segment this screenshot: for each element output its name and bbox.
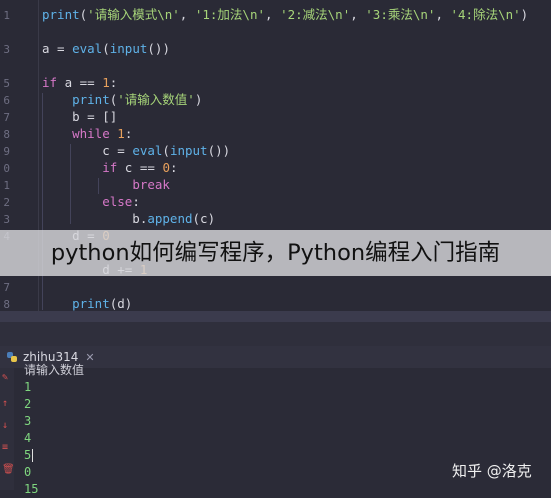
code-token: ,	[435, 7, 451, 22]
code-token: '2:减法\n'	[280, 7, 351, 22]
wrap-icon[interactable]: ≡	[2, 442, 8, 453]
panel-divider	[0, 322, 551, 346]
console-output-line: 2	[24, 397, 32, 411]
scroll-down-icon[interactable]: ↓	[2, 420, 8, 431]
console-output-line: 1	[24, 380, 32, 394]
line-number: 5	[3, 77, 10, 90]
code-token: ,	[265, 7, 281, 22]
code-token: )	[194, 92, 203, 107]
python-icon	[7, 352, 17, 362]
delete-icon[interactable]: 🗑	[2, 464, 15, 475]
code-token: input	[169, 143, 208, 158]
code-token: ,	[350, 7, 366, 22]
code-line: else:	[42, 193, 140, 210]
line-number: 7	[3, 281, 10, 294]
line-number: 9	[3, 145, 10, 158]
code-token: print	[72, 296, 110, 311]
console-output-line: 5	[24, 448, 32, 462]
code-token: :	[169, 160, 178, 175]
console-toolbar: ✎ ↑ ↓ ≡ 🗑	[0, 368, 15, 490]
line-number: 1	[3, 9, 10, 22]
code-line: c = eval(input())	[42, 142, 230, 159]
code-token: 0	[162, 160, 170, 175]
code-token: append	[147, 211, 193, 226]
code-line: break	[42, 176, 170, 193]
text-caret	[32, 449, 33, 462]
code-token: if	[42, 75, 58, 90]
code-line: b = []	[42, 108, 117, 125]
code-line: if a == 1:	[42, 74, 117, 91]
code-token: b = []	[42, 109, 118, 124]
code-token: break	[132, 177, 170, 192]
console-output-line: 3	[24, 414, 32, 428]
code-line: b.append(c)	[42, 210, 215, 227]
code-token: c =	[42, 143, 133, 158]
code-line: while 1:	[42, 125, 132, 142]
code-token: '3:乘法\n'	[365, 7, 436, 22]
code-token: '1:加法\n'	[194, 7, 265, 22]
line-number: 0	[3, 162, 10, 175]
code-line: if c == 0:	[42, 159, 178, 176]
code-token: a ==	[57, 75, 103, 90]
code-token: a =	[42, 41, 73, 56]
code-line: print('请输入模式\n', '1:加法\n', '2:减法\n', '3:…	[42, 6, 528, 23]
code-token: :	[109, 75, 118, 90]
stop-icon[interactable]: ↑	[2, 398, 8, 409]
console-output-line: 4	[24, 431, 32, 445]
code-token: 1	[117, 126, 125, 141]
code-token: c ==	[117, 160, 163, 175]
code-token: ())	[207, 143, 231, 158]
console-prompt: 请输入数值	[24, 363, 85, 377]
close-icon[interactable]: ✕	[85, 351, 94, 364]
code-token: print	[72, 92, 110, 107]
code-token: if	[102, 160, 118, 175]
code-token: ,	[179, 7, 195, 22]
code-token: (c)	[192, 211, 216, 226]
code-token: else	[102, 194, 133, 209]
code-token: print	[42, 7, 80, 22]
code-token: while	[72, 126, 110, 141]
line-number: 8	[3, 298, 10, 311]
code-token: (	[102, 41, 110, 56]
line-number: 3	[3, 213, 10, 226]
code-token: input	[109, 41, 148, 56]
line-number: 1	[3, 179, 10, 192]
line-number: 8	[3, 128, 10, 141]
line-number: 2	[3, 196, 10, 209]
code-token: :	[132, 194, 140, 209]
code-line: print(d)	[42, 295, 132, 312]
line-number: 6	[3, 94, 10, 107]
code-token: '4:除法\n'	[450, 7, 521, 22]
code-token: :	[124, 126, 133, 141]
code-token: (d)	[109, 296, 133, 311]
code-token: '请输入数值'	[117, 92, 195, 107]
rerun-icon[interactable]: ✎	[2, 372, 8, 383]
code-token: b.	[42, 211, 148, 226]
code-line: a = eval(input())	[42, 40, 170, 57]
code-token: ())	[147, 41, 170, 56]
code-token: '请输入模式\n'	[87, 7, 180, 22]
code-token: 1	[102, 75, 110, 90]
watermark: 知乎 @洛克	[452, 462, 532, 480]
line-number: 3	[3, 43, 10, 56]
code-line: print('请输入数值')	[42, 91, 202, 108]
code-token: (	[162, 143, 170, 158]
code-token: eval	[72, 41, 103, 56]
article-title: python如何编写程序，Python编程入门指南	[50, 240, 501, 266]
console-output-line: 0	[24, 465, 32, 479]
line-number: 7	[3, 111, 10, 124]
code-token: )	[520, 7, 529, 22]
code-token: eval	[132, 143, 163, 158]
